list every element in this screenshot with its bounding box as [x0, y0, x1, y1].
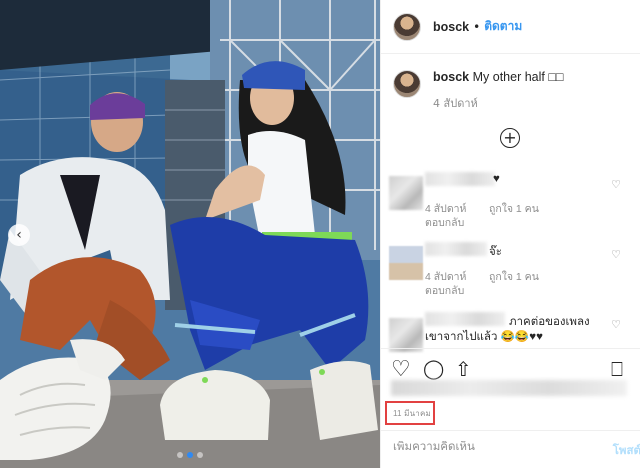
post-photo[interactable]: ‹: [0, 0, 380, 468]
post-comment-button[interactable]: โพสต์: [613, 442, 640, 460]
post-date[interactable]: 11 มีนาคม: [393, 407, 431, 420]
post-header: bosck • ติดตาม: [381, 0, 640, 54]
follow-button[interactable]: ติดตาม: [484, 17, 522, 36]
avatar[interactable]: [393, 70, 421, 98]
caption-timestamp[interactable]: 4 สัปดาห์: [433, 94, 563, 112]
separator-dot: •: [473, 19, 481, 34]
caption-emoji: □□: [548, 70, 564, 84]
comment-like-count[interactable]: ถูกใจ 1 คน: [489, 268, 539, 285]
comment-text: จ๊ะ: [489, 246, 502, 258]
comment-like-count[interactable]: ถูกใจ 1 คน: [489, 200, 539, 217]
comment-icon[interactable]: ◯: [423, 360, 444, 379]
caption-username[interactable]: bosck: [433, 70, 469, 84]
comment-username-blurred[interactable]: [425, 242, 487, 256]
comment-text: ♥: [493, 173, 500, 185]
heart-icon[interactable]: ♡: [391, 359, 411, 381]
carousel-dot-active: [187, 452, 193, 458]
likes-count-blurred[interactable]: [391, 380, 627, 396]
carousel-prev-button[interactable]: ‹: [8, 224, 30, 246]
avatar[interactable]: [393, 12, 421, 41]
avatar[interactable]: [389, 318, 423, 352]
caption-line: bosck My other half □□: [433, 70, 563, 84]
carousel-dot: [197, 452, 203, 458]
post-sidebar: bosck • ติดตาม bosck My other half □□ 4 …: [380, 0, 640, 468]
caption-text: My other half: [472, 70, 549, 84]
load-more-comments-button[interactable]: +: [500, 128, 520, 148]
add-comment-bar: โพสต์: [381, 430, 640, 468]
comment-input[interactable]: [393, 441, 583, 453]
comment-like-icon[interactable]: ♡: [611, 318, 621, 331]
chevron-left-icon: ‹: [16, 227, 22, 243]
comment-like-icon[interactable]: ♡: [611, 248, 621, 261]
bookmark-icon[interactable]: ⎕: [611, 359, 623, 379]
avatar[interactable]: [389, 246, 423, 280]
photo-illustration: [0, 0, 380, 468]
share-icon[interactable]: ⇧: [455, 359, 472, 379]
avatar[interactable]: [389, 176, 423, 210]
post-username[interactable]: bosck: [433, 20, 469, 34]
carousel-dots: [0, 452, 380, 458]
comment-text-continued: เขาจากไปแล้ว 😂😂♥♥: [425, 331, 543, 343]
carousel-dot: [177, 452, 183, 458]
comment-like-icon[interactable]: ♡: [611, 178, 621, 191]
post-caption: bosck My other half □□ 4 สัปดาห์: [381, 70, 640, 112]
comment-username-blurred[interactable]: [425, 312, 505, 326]
comment-reply-button[interactable]: ตอบกลับ: [425, 282, 464, 299]
plus-icon: +: [503, 128, 517, 147]
comment-reply-button[interactable]: ตอบกลับ: [425, 214, 464, 231]
comment-username-blurred[interactable]: [425, 172, 495, 186]
